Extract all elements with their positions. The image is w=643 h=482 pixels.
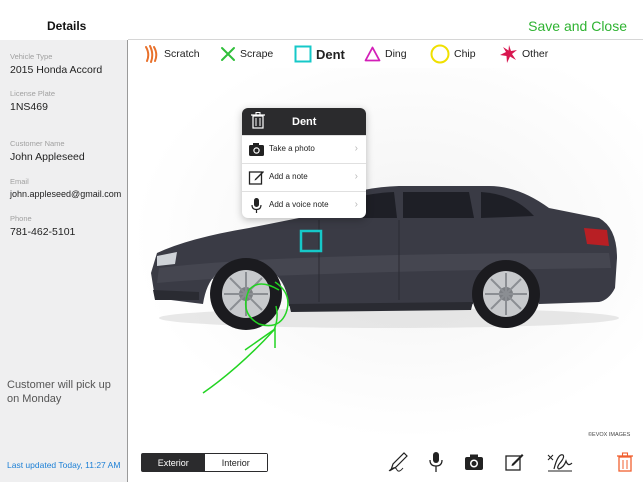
damage-type-other[interactable]: Other bbox=[500, 43, 548, 65]
phone-field: Phone 781-462-5101 bbox=[10, 214, 75, 238]
damage-type-scrape[interactable]: Scrape bbox=[220, 43, 273, 65]
camera-icon[interactable] bbox=[463, 451, 485, 473]
damage-type-chip[interactable]: Chip bbox=[430, 43, 476, 65]
other-star-icon bbox=[500, 45, 517, 63]
exterior-tab[interactable]: Exterior bbox=[142, 454, 205, 471]
customer-note[interactable]: Customer will pick up on Monday bbox=[7, 378, 125, 406]
popover-trash-icon[interactable] bbox=[251, 112, 265, 134]
license-plate-value[interactable]: 1NS469 bbox=[10, 101, 55, 113]
damage-type-label: Dent bbox=[316, 46, 345, 62]
save-and-close-button[interactable]: Save and Close bbox=[528, 18, 627, 34]
note-icon[interactable] bbox=[503, 451, 525, 473]
page-title: Details bbox=[47, 19, 87, 33]
chevron-right-icon: › bbox=[354, 171, 358, 182]
chip-circle-icon bbox=[430, 44, 450, 64]
microphone-icon bbox=[251, 198, 262, 213]
ding-triangle-icon bbox=[364, 46, 381, 62]
customer-name-label: Customer Name bbox=[10, 139, 65, 148]
signature-icon[interactable] bbox=[546, 451, 574, 473]
scrape-x-icon bbox=[221, 47, 235, 61]
popover-header: Dent bbox=[242, 108, 366, 135]
add-voice-note-label: Add a voice note bbox=[269, 200, 329, 209]
phone-label: Phone bbox=[10, 214, 32, 223]
take-photo-option[interactable]: Take a photo › bbox=[242, 135, 366, 162]
microphone-icon[interactable] bbox=[425, 451, 447, 473]
last-updated-text: Last updated Today, 11:27 AM bbox=[7, 460, 121, 470]
chevron-right-icon: › bbox=[354, 199, 358, 210]
email-field: Email john.appleseed@gmail.com bbox=[10, 177, 121, 199]
phone-value[interactable]: 781-462-5101 bbox=[10, 226, 75, 238]
damage-type-label: Scrape bbox=[240, 48, 274, 60]
note-icon bbox=[248, 171, 264, 185]
customer-name-field: Customer Name John Appleseed bbox=[10, 139, 85, 163]
sidebar-header: Details bbox=[0, 0, 128, 40]
damage-type-dent[interactable]: Dent bbox=[294, 43, 345, 65]
add-note-option[interactable]: Add a note › bbox=[242, 163, 366, 190]
email-label: Email bbox=[10, 177, 29, 186]
dent-square-icon bbox=[294, 45, 312, 63]
vehicle-type-value[interactable]: 2015 Honda Accord bbox=[10, 64, 102, 76]
damage-type-label: Scratch bbox=[164, 48, 200, 60]
car-image bbox=[151, 186, 619, 394]
damage-popover: Dent Take a photo › Add a note › Add a v… bbox=[242, 108, 366, 218]
scratch-icon bbox=[145, 45, 158, 63]
damage-type-ding[interactable]: Ding bbox=[364, 43, 407, 65]
customer-name-value[interactable]: John Appleseed bbox=[10, 151, 85, 163]
details-sidebar: Vehicle Type 2015 Honda Accord License P… bbox=[0, 40, 128, 482]
damage-type-label: Chip bbox=[454, 48, 476, 60]
top-bar: Details Save and Close bbox=[0, 0, 643, 40]
email-value[interactable]: john.appleseed@gmail.com bbox=[10, 189, 121, 199]
image-credit: ©EVOX IMAGES bbox=[588, 432, 631, 438]
damage-type-label: Ding bbox=[385, 48, 407, 60]
vehicle-canvas[interactable] bbox=[129, 68, 643, 442]
damage-type-label: Other bbox=[522, 48, 549, 60]
take-photo-label: Take a photo bbox=[269, 144, 315, 153]
license-plate-field: License Plate 1NS469 bbox=[10, 89, 55, 113]
chevron-right-icon: › bbox=[354, 143, 358, 154]
add-note-label: Add a note bbox=[269, 172, 308, 181]
popover-title: Dent bbox=[292, 116, 317, 128]
pen-icon[interactable] bbox=[387, 451, 409, 473]
vehicle-type-field: Vehicle Type 2015 Honda Accord bbox=[10, 52, 102, 76]
vehicle-type-label: Vehicle Type bbox=[10, 52, 53, 61]
damage-type-scratch[interactable]: Scratch bbox=[144, 43, 200, 65]
camera-icon bbox=[249, 143, 264, 156]
interior-tab[interactable]: Interior bbox=[204, 454, 267, 471]
view-toggle: Exterior Interior bbox=[141, 453, 268, 472]
trash-icon[interactable] bbox=[614, 451, 636, 473]
add-voice-note-option[interactable]: Add a voice note › bbox=[242, 191, 366, 218]
license-plate-label: License Plate bbox=[10, 89, 56, 98]
